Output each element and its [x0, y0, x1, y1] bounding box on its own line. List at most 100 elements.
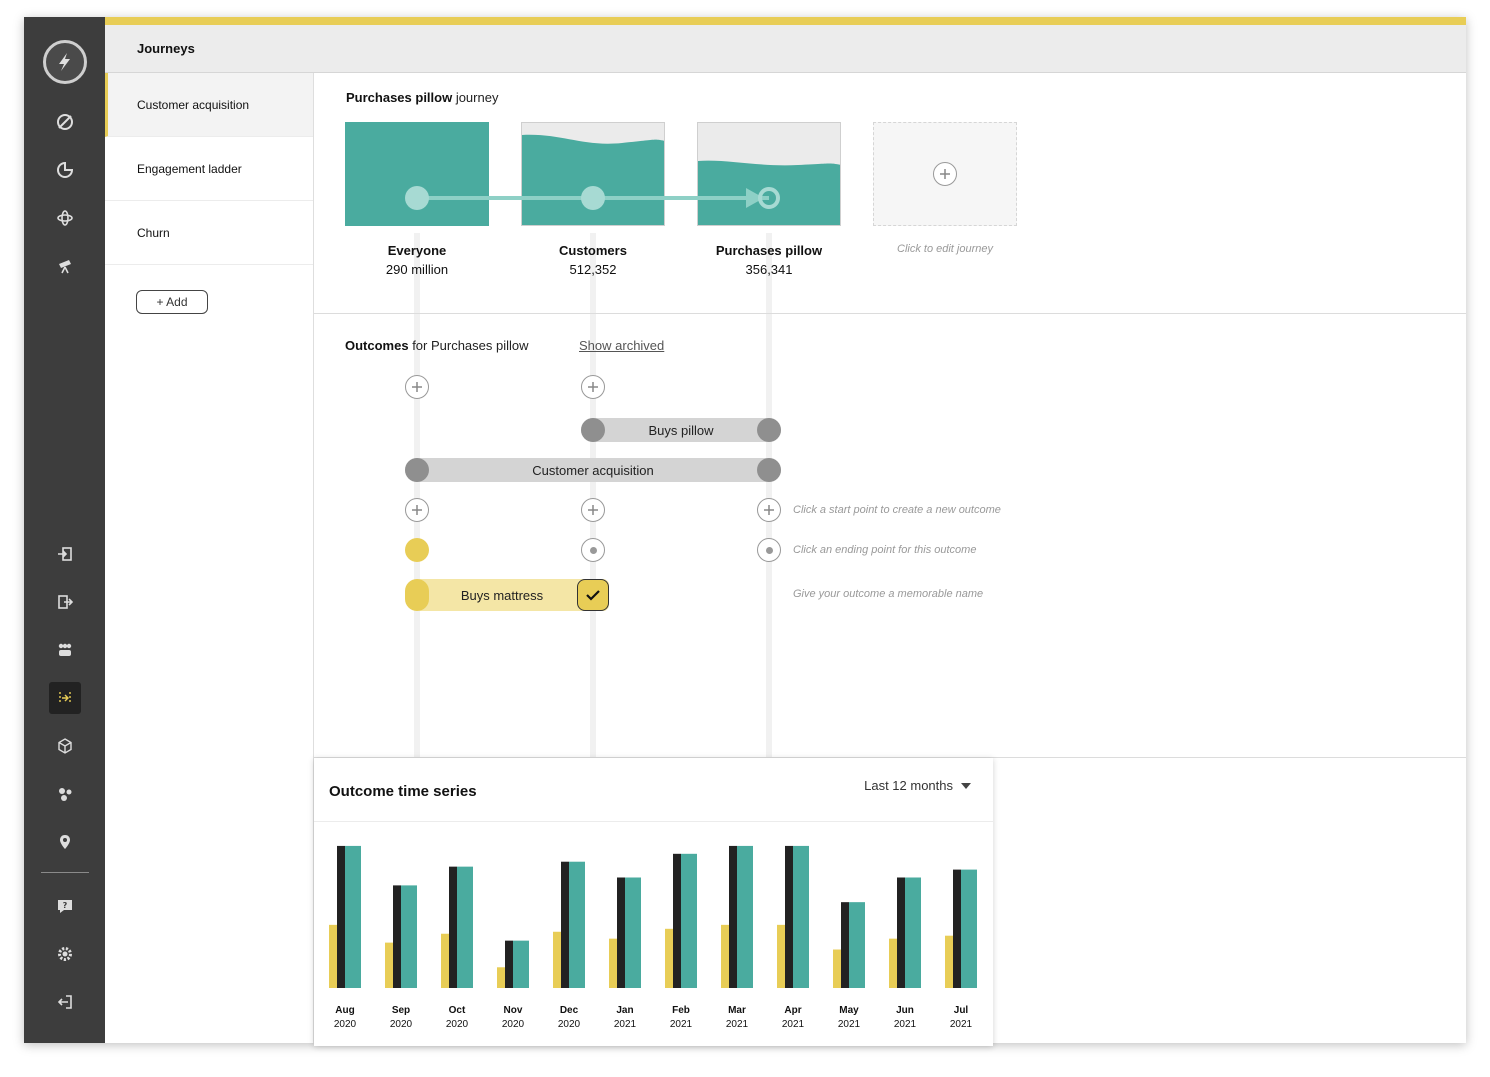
add-stage-plus-icon[interactable] [933, 162, 957, 186]
add-outcome-plus-icon[interactable] [405, 375, 429, 399]
confirm-outcome-button[interactable] [577, 579, 609, 611]
start-point-plus-icon[interactable] [581, 498, 605, 522]
x-tick-month: Dec [560, 1005, 579, 1016]
x-tick-year: 2020 [446, 1019, 469, 1030]
bar-jun-series-0 [889, 938, 897, 988]
logout-icon[interactable] [49, 986, 81, 1018]
stage-card-everyone[interactable] [345, 122, 489, 226]
outcome-start-cap [405, 458, 429, 482]
bar-jun-series-2 [905, 877, 921, 988]
outcomes-title-rest: for Purchases pillow [408, 338, 529, 353]
end-point-button[interactable] [581, 538, 605, 562]
journey-section: Purchases pillow journey Everyone 290 mi… [314, 73, 1466, 314]
show-archived-link[interactable]: Show archived [579, 338, 664, 353]
range-dropdown[interactable]: Last 12 months [864, 778, 971, 793]
import-icon[interactable] [49, 538, 81, 570]
stage-node [581, 186, 605, 210]
new-outcome-name[interactable]: Buys mattress [461, 588, 543, 603]
outcomes-title: Outcomes for Purchases pillow [345, 338, 529, 353]
bar-dec-series-0 [553, 931, 561, 988]
stage-arrow-icon [746, 187, 780, 209]
gear-icon[interactable] [49, 938, 81, 970]
add-journey-button[interactable]: + Add [136, 290, 208, 314]
x-tick-year: 2021 [670, 1019, 693, 1030]
x-tick-month: Mar [728, 1005, 746, 1016]
checkmark-icon [586, 590, 600, 601]
bar-jun-series-1 [897, 877, 905, 988]
bar-dec-series-2 [569, 861, 585, 988]
x-tick-year: 2021 [838, 1019, 861, 1030]
models-icon[interactable] [49, 202, 81, 234]
x-tick-year: 2021 [726, 1019, 749, 1030]
bar-feb-series-1 [673, 853, 681, 988]
help-icon[interactable]: ? [49, 890, 81, 922]
outcome-time-series-card: Outcome time series Last 12 months Aug 20… [314, 758, 993, 1046]
x-tick-month: Jun [896, 1005, 914, 1016]
bar-mar-series-1 [729, 845, 737, 988]
outcome-bar-customer-acquisition[interactable]: Customer acquisition [405, 458, 781, 482]
analytics-icon[interactable] [49, 106, 81, 138]
card-header: Outcome time series Last 12 months [314, 758, 993, 822]
app-logo-icon[interactable] [43, 40, 87, 84]
bar-aug-series-0 [329, 924, 337, 988]
bar-sep-series-2 [401, 885, 417, 988]
new-outcome-bar[interactable]: Buys mattress [405, 579, 609, 611]
outcome-bar-buys-pillow[interactable]: Buys pillow [581, 418, 781, 442]
x-tick-year: 2021 [782, 1019, 805, 1030]
location-pin-icon[interactable] [49, 826, 81, 858]
page-title: Journeys [137, 41, 195, 56]
journey-title-bold: Purchases pillow [346, 90, 453, 105]
x-tick-month: Sep [392, 1005, 410, 1016]
x-tick-month: Oct [449, 1005, 466, 1016]
start-point-plus-icon[interactable] [405, 498, 429, 522]
stage-name: Customers [559, 243, 627, 258]
journey-item-label: Customer acquisition [137, 97, 250, 112]
cube-icon[interactable] [49, 730, 81, 762]
bar-jul-series-2 [961, 869, 977, 988]
bar-jul-series-1 [953, 869, 961, 988]
x-tick-month: Aug [335, 1005, 354, 1016]
add-outcome-plus-icon[interactable] [581, 375, 605, 399]
bar-aug-series-2 [345, 845, 361, 988]
bar-oct-series-0 [441, 933, 449, 988]
journey-item-label: Churn [137, 225, 170, 240]
x-tick-year: 2021 [950, 1019, 973, 1030]
x-tick-year: 2021 [894, 1019, 917, 1030]
range-dropdown-value: Last 12 months [864, 778, 953, 793]
stage-label-purchases-pillow: Purchases pillow 356,341 [679, 241, 859, 279]
start-point-plus-icon[interactable] [757, 498, 781, 522]
clusters-icon[interactable] [49, 778, 81, 810]
bar-apr-series-1 [785, 845, 793, 988]
stage-count: 512,352 [569, 262, 617, 277]
bar-feb-series-0 [665, 928, 673, 988]
stage-label-everyone: Everyone 290 million [327, 241, 507, 279]
segments-icon[interactable] [49, 154, 81, 186]
selected-start-point[interactable] [405, 538, 429, 562]
bar-nov-series-0 [497, 967, 505, 988]
page-header: Journeys [105, 25, 1466, 73]
outcome-label: Buys pillow [648, 422, 714, 438]
app-window: ? Journeys Customer acquisition Engageme… [24, 17, 1466, 1046]
export-icon[interactable] [49, 586, 81, 618]
outcome-start-cap [405, 579, 429, 611]
stage-card-add[interactable] [873, 122, 1017, 226]
audiences-icon[interactable] [49, 634, 81, 666]
stage-card-customers[interactable] [521, 122, 665, 226]
bar-jul-series-0 [945, 935, 953, 988]
bar-may-series-0 [833, 949, 841, 988]
journey-item-engagement-ladder[interactable]: Engagement ladder [105, 137, 313, 201]
nav-rail: ? [24, 17, 105, 1043]
outcome-start-cap [581, 418, 605, 442]
journeys-icon[interactable] [49, 682, 81, 714]
telescope-icon[interactable] [49, 250, 81, 282]
hint-start-point: Click a start point to create a new outc… [793, 504, 1001, 516]
bar-apr-series-2 [793, 845, 809, 988]
outcomes-title-bold: Outcomes [345, 338, 409, 353]
top-accent-bar [105, 17, 1466, 25]
end-point-button[interactable] [757, 538, 781, 562]
bar-mar-series-2 [737, 845, 753, 988]
journey-item-churn[interactable]: Churn [105, 201, 313, 265]
journey-item-customer-acquisition[interactable]: Customer acquisition [105, 73, 313, 137]
bar-may-series-1 [841, 902, 849, 988]
journeys-list: Customer acquisition Engagement ladder C… [105, 73, 314, 1043]
